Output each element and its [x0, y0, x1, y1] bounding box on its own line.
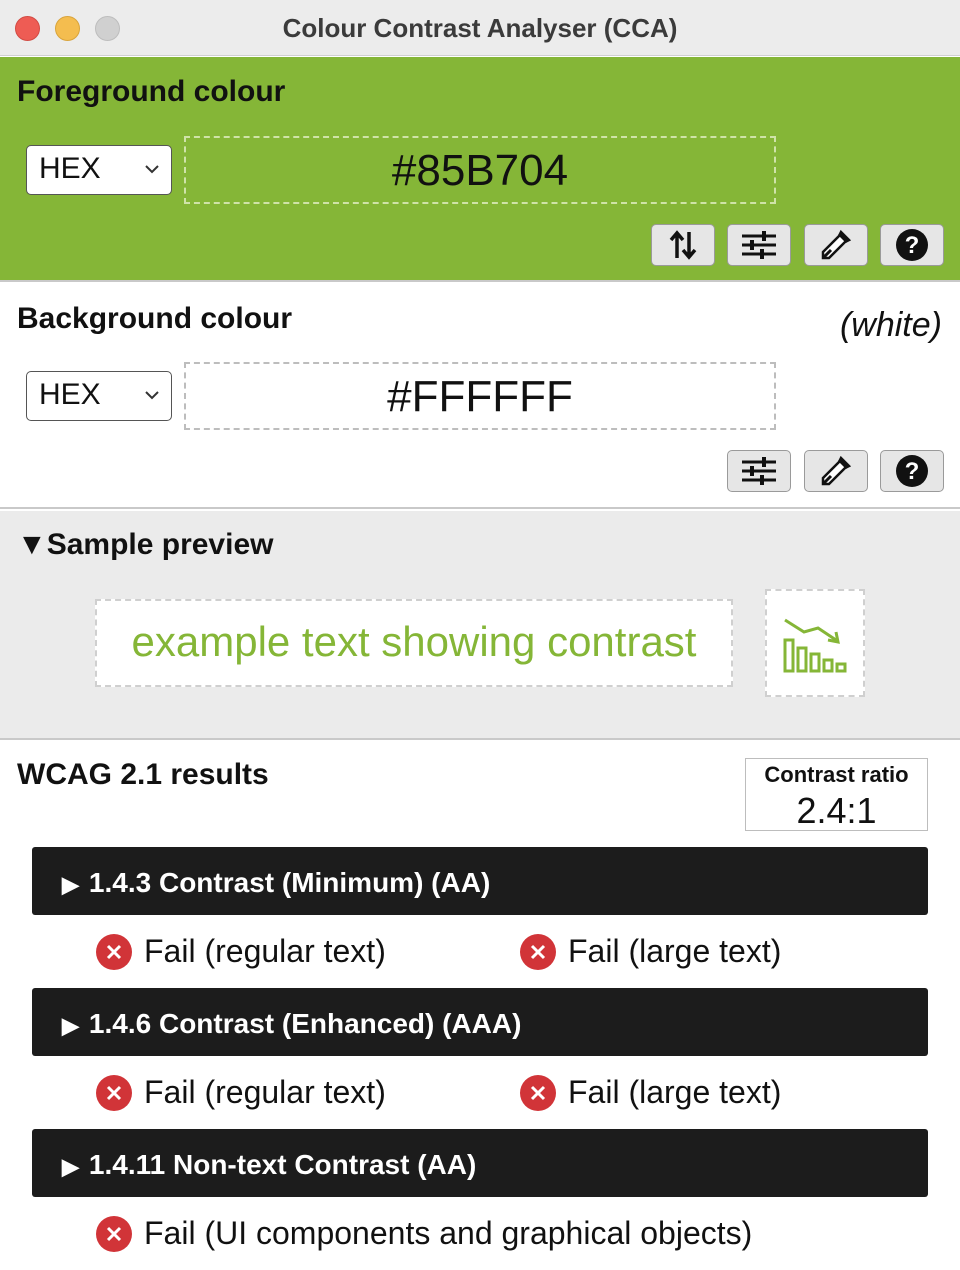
sample-preview-toggle[interactable]: ▼Sample preview [17, 528, 273, 562]
background-format-select[interactable]: HEX [26, 371, 172, 421]
fail-icon [96, 933, 132, 970]
foreground-help-button[interactable]: ? [880, 224, 944, 266]
triangle-right-icon: ▶ [62, 1154, 79, 1179]
result-text: Fail (large text) [568, 933, 782, 969]
wcag-results-heading: WCAG 2.1 results [17, 758, 269, 791]
criterion-1-4-3-large-result: Fail (large text) [520, 933, 781, 970]
swap-icon [669, 230, 697, 260]
triangle-right-icon: ▶ [62, 1013, 79, 1038]
svg-text:?: ? [905, 232, 920, 259]
sample-preview-heading: Sample preview [46, 528, 274, 561]
criterion-1-4-6-regular-result: Fail (regular text) [96, 1074, 386, 1111]
criterion-title: 1.4.11 Non-text Contrast (AA) [88, 1149, 477, 1180]
swap-colours-button[interactable] [651, 224, 715, 266]
foreground-panel: Foreground colour HEX #85B704 ? [0, 57, 960, 282]
contrast-ratio-box: Contrast ratio 2.4:1 [745, 758, 928, 831]
foreground-eyedropper-button[interactable] [804, 224, 868, 266]
help-icon: ? [896, 455, 928, 487]
foreground-format-value: HEX [39, 152, 101, 185]
chart-icon [783, 618, 847, 673]
criterion-1-4-11-toggle[interactable]: ▶ 1.4.11 Non-text Contrast (AA) [32, 1129, 928, 1197]
chevron-down-icon [145, 391, 159, 400]
fail-icon [520, 933, 556, 970]
triangle-right-icon: ▶ [62, 872, 79, 897]
svg-text:?: ? [905, 458, 920, 485]
help-icon: ? [896, 229, 928, 261]
criterion-1-4-3-regular-result: Fail (regular text) [96, 933, 386, 970]
fail-icon [520, 1074, 556, 1111]
background-heading: Background colour [17, 302, 293, 335]
triangle-down-icon: ▼ [17, 528, 47, 561]
background-help-button[interactable]: ? [880, 450, 944, 492]
sample-text-preview: example text showing contrast [95, 599, 733, 687]
foreground-hex-input[interactable]: #85B704 [184, 136, 776, 204]
criterion-1-4-6-large-result: Fail (large text) [520, 1074, 781, 1111]
foreground-heading: Foreground colour [17, 75, 286, 108]
background-format-value: HEX [39, 378, 101, 411]
sample-preview-panel: ▼Sample preview example text showing con… [0, 511, 960, 740]
sliders-icon [742, 231, 776, 259]
contrast-ratio-value: 2.4:1 [796, 790, 877, 831]
criterion-title: 1.4.6 Contrast (Enhanced) (AAA) [88, 1008, 522, 1039]
result-text: Fail (regular text) [144, 1074, 386, 1110]
foreground-sliders-button[interactable] [727, 224, 791, 266]
background-panel: Background colour (white) HEX #FFFFFF ? [0, 284, 960, 509]
eyedropper-icon [821, 455, 852, 486]
background-eyedropper-button[interactable] [804, 450, 868, 492]
wcag-results-panel: WCAG 2.1 results Contrast ratio 2.4:1 ▶ 1… [0, 742, 960, 1270]
result-text: Fail (regular text) [144, 933, 386, 969]
result-text: Fail (large text) [568, 1074, 782, 1110]
eyedropper-icon [821, 229, 852, 260]
background-colour-name: (white) [839, 306, 942, 344]
criterion-title: 1.4.3 Contrast (Minimum) (AA) [88, 867, 491, 898]
foreground-format-select[interactable]: HEX [26, 145, 172, 195]
sliders-icon [742, 457, 776, 485]
fail-icon [96, 1215, 132, 1252]
title-bar: Colour Contrast Analyser (CCA) [0, 0, 960, 56]
sample-graphic-preview [765, 589, 865, 697]
criterion-1-4-11-ui-result: Fail (UI components and graphical object… [96, 1215, 752, 1252]
criterion-1-4-6-toggle[interactable]: ▶ 1.4.6 Contrast (Enhanced) (AAA) [32, 988, 928, 1056]
result-text: Fail (UI components and graphical object… [144, 1215, 753, 1251]
window-title: Colour Contrast Analyser (CCA) [282, 13, 678, 43]
chevron-down-icon [145, 165, 159, 174]
criterion-1-4-3-toggle[interactable]: ▶ 1.4.3 Contrast (Minimum) (AA) [32, 847, 928, 915]
background-hex-input[interactable]: #FFFFFF [184, 362, 776, 430]
fail-icon [96, 1074, 132, 1111]
contrast-ratio-label: Contrast ratio [764, 762, 909, 787]
background-sliders-button[interactable] [727, 450, 791, 492]
